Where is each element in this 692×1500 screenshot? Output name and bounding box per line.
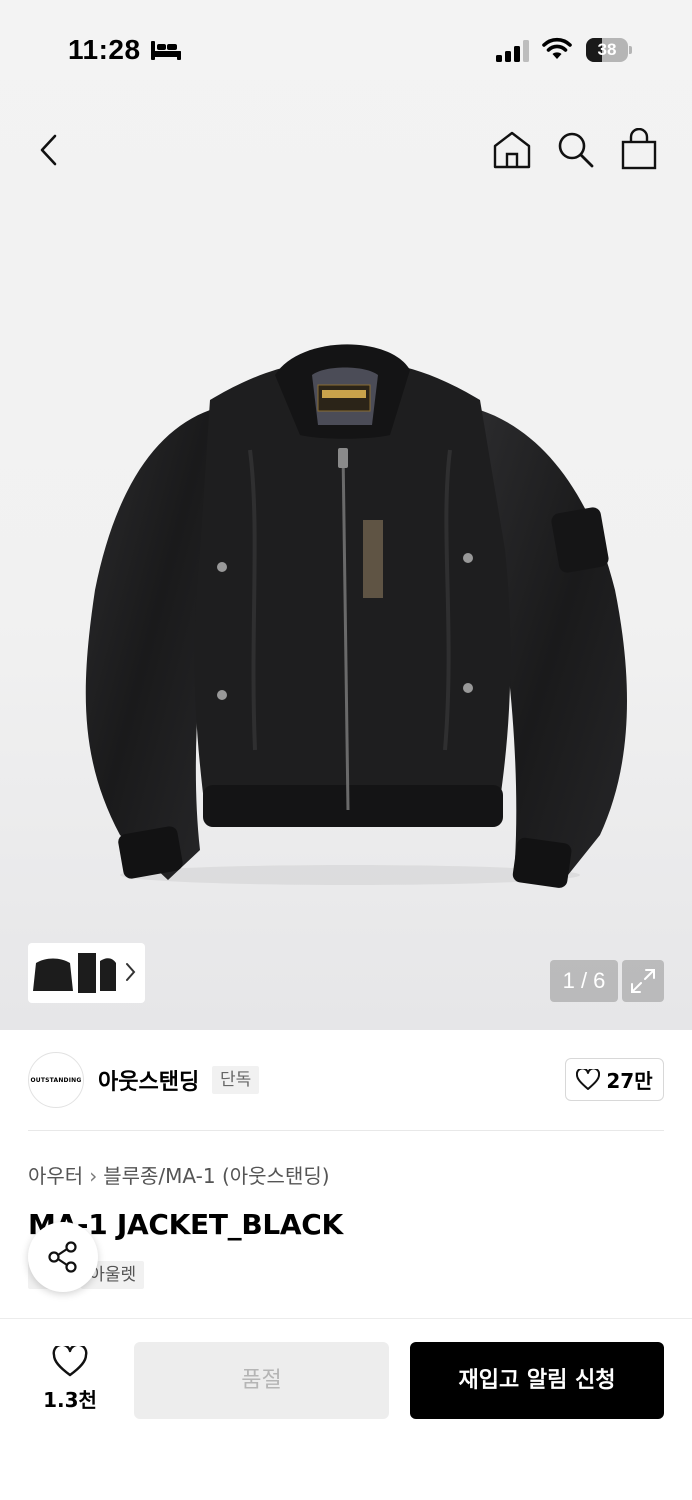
expand-icon [631, 969, 655, 993]
thumbnail-strip[interactable] [28, 943, 145, 1003]
shopping-bag-icon[interactable] [619, 128, 659, 170]
wifi-icon [542, 37, 572, 59]
thumbnail-image[interactable] [98, 951, 118, 995]
status-time: 11:28 [68, 34, 141, 65]
chevron-right-icon: › [89, 1164, 98, 1188]
brand-like-count: 27만 [606, 1069, 653, 1093]
home-icon[interactable] [492, 130, 532, 170]
image-counter: 1 / 6 [550, 960, 618, 1002]
share-button[interactable] [28, 1222, 98, 1292]
thumbnail-image[interactable] [74, 951, 100, 995]
breadcrumb: 아우터 › 블루종/MA-1 (아웃스탠딩) [28, 1160, 330, 1189]
sleep-focus-icon [151, 41, 181, 60]
battery-indicator: 38 [586, 38, 632, 62]
brand-name[interactable]: 아웃스탠딩 [98, 1064, 199, 1096]
wishlist-button[interactable]: 1.3천 [40, 1343, 100, 1413]
cellular-signal-icon [496, 40, 529, 62]
chevron-left-icon[interactable] [30, 130, 70, 170]
thumbnail-image[interactable] [32, 951, 74, 995]
heart-icon [576, 1068, 601, 1090]
product-image-area[interactable]: 11:28 38 1 / 6 [0, 0, 692, 1030]
breadcrumb-category[interactable]: 아우터 [28, 1164, 83, 1188]
product-photo [85, 344, 627, 888]
divider [28, 1130, 664, 1131]
chevron-right-icon[interactable] [125, 961, 137, 983]
status-bar: 11:28 38 [0, 0, 692, 100]
brand-exclusive-tag: 단독 [212, 1066, 260, 1094]
brand-logo[interactable]: OUTSTANDING [28, 1052, 84, 1108]
restock-alert-button[interactable]: 재입고 알림 신청 [410, 1342, 664, 1419]
battery-percent: 38 [597, 40, 617, 59]
breadcrumb-subcategory[interactable]: 블루종/MA-1 (아웃스탠딩) [103, 1164, 329, 1188]
wishlist-count: 1.3천 [43, 1388, 97, 1412]
share-icon [48, 1241, 77, 1273]
search-icon[interactable] [555, 130, 595, 170]
heart-icon [52, 1343, 88, 1377]
brand-like-button[interactable]: 27만 [565, 1058, 664, 1101]
expand-button[interactable] [622, 960, 664, 1002]
soldout-button: 품절 [134, 1342, 389, 1419]
brand-logo-text: OUTSTANDING [30, 1076, 82, 1084]
